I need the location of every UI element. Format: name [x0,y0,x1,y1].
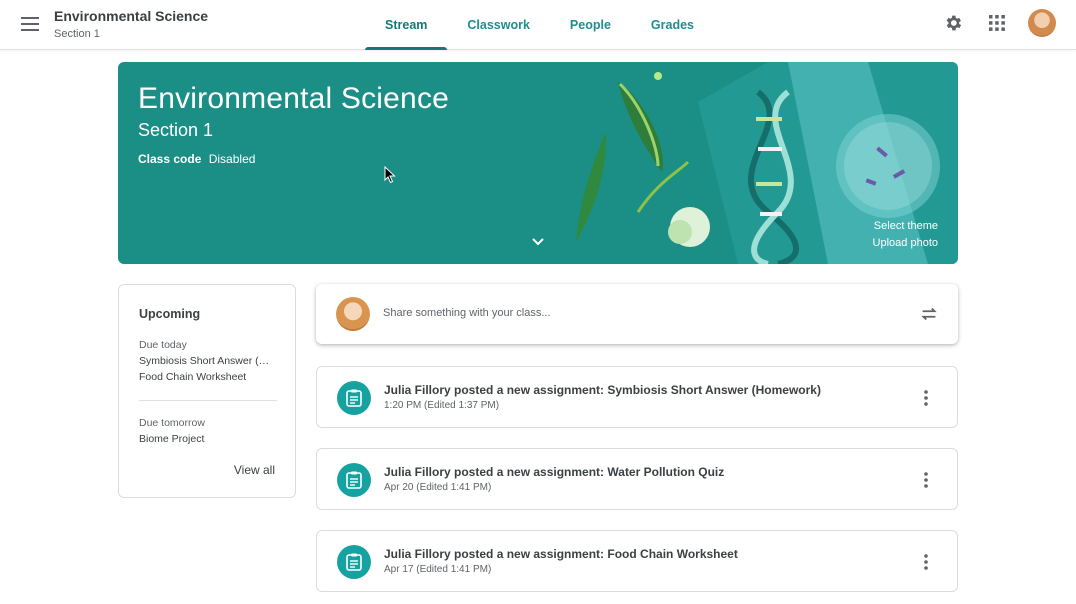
post-title: Julia Fillory posted a new assignment: F… [384,547,738,561]
class-settings-button[interactable] [940,10,966,36]
top-app-bar: Environmental Science Section 1 Stream C… [0,0,1076,50]
post-time: Apr 17 (Edited 1:41 PM) [384,564,492,575]
upload-photo-link[interactable]: Upload photo [873,235,938,252]
post-title: Julia Fillory posted a new assignment: S… [384,383,821,397]
tab-grades[interactable]: Grades [631,0,714,50]
reuse-post-button[interactable] [918,303,940,325]
class-section: Section 1 [54,28,100,40]
upcoming-item[interactable]: Biome Project [139,433,275,445]
upcoming-card: Upcoming Due today Symbiosis Short Answe… [118,284,296,498]
upcoming-item[interactable]: Food Chain Worksheet [139,371,275,383]
class-tabs: Stream Classwork People Grades [365,0,714,50]
tab-classwork[interactable]: Classwork [447,0,550,50]
class-title: Environmental Science [54,8,209,24]
upcoming-title: Upcoming [139,307,201,321]
main-menu-button[interactable] [14,10,46,38]
banner-title: Environmental Science [138,82,450,115]
banner-section: Section 1 [138,120,214,140]
more-vert-icon [924,472,928,488]
google-apps-button[interactable] [984,10,1010,36]
due-tomorrow-label: Due tomorrow [139,417,205,429]
more-vert-icon [924,390,928,406]
post-options-button[interactable] [917,552,935,572]
menu-icon [21,17,39,31]
chevron-down-icon [532,238,544,246]
class-title-block[interactable]: Environmental Science Section 1 [54,8,208,41]
assignment-icon [337,545,371,579]
upcoming-item[interactable]: Symbiosis Short Answer (Homework) [139,355,275,367]
stream-post[interactable]: Julia Fillory posted a new assignment: F… [316,530,958,592]
post-title: Julia Fillory posted a new assignment: W… [384,465,725,479]
class-code-label: Class code [138,152,202,166]
gear-icon [946,15,962,31]
avatar [336,297,370,331]
due-today-label: Due today [139,339,187,351]
share-input[interactable]: Share something with your class... [383,307,551,319]
class-code-value: Disabled [208,152,256,166]
tab-people[interactable]: People [550,0,631,50]
view-all-link[interactable]: View all [234,463,275,477]
more-vert-icon [924,554,928,570]
share-box[interactable]: Share something with your class... [316,284,958,344]
banner-links: Select theme Upload photo [873,218,938,252]
post-time: Apr 20 (Edited 1:41 PM) [384,482,492,493]
post-options-button[interactable] [917,470,935,490]
stream-post[interactable]: Julia Fillory posted a new assignment: S… [316,366,958,428]
account-avatar[interactable] [1028,9,1056,37]
stream-post[interactable]: Julia Fillory posted a new assignment: W… [316,448,958,510]
class-code: Class code Disabled [138,152,255,166]
assignment-icon [337,463,371,497]
class-banner: Environmental Science Section 1 Class co… [118,62,958,264]
post-options-button[interactable] [917,388,935,408]
post-time: 1:20 PM (Edited 1:37 PM) [384,400,500,411]
due-today-group: Due today Symbiosis Short Answer (Homewo… [139,339,275,383]
due-tomorrow-group: Due tomorrow Biome Project [139,417,275,445]
tab-stream[interactable]: Stream [365,0,448,50]
apps-grid-icon [989,15,1005,31]
select-theme-link[interactable]: Select theme [873,218,938,235]
top-right-actions [940,9,1056,37]
assignment-icon [337,381,371,415]
repost-icon [921,307,937,321]
banner-expand-button[interactable] [528,234,548,250]
upcoming-divider [139,400,277,401]
